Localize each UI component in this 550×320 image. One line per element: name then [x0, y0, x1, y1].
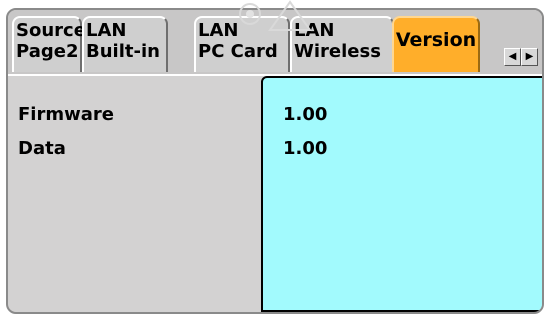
tab-label-line2: PC Card — [198, 41, 278, 62]
data-label: Data — [18, 138, 66, 159]
tab-bar: Source Page2 LAN Built-in LAN PC Card LA… — [8, 10, 542, 76]
scroll-right-arrow-icon[interactable]: ▶ — [521, 48, 538, 66]
version-settings-panel: Source Page2 LAN Built-in LAN PC Card LA… — [6, 8, 544, 314]
tab-label-line1: LAN — [198, 20, 239, 41]
tab-lan-pc-card[interactable]: LAN PC Card — [194, 16, 290, 72]
firmware-value: 1.00 — [283, 104, 328, 125]
tab-label-line1: LAN — [294, 20, 335, 41]
tab-lan-built-in[interactable]: LAN Built-in — [82, 16, 168, 72]
tab-label: Version — [395, 29, 477, 51]
firmware-label: Firmware — [18, 104, 114, 125]
tab-label-line1: LAN — [86, 20, 127, 41]
version-info: Firmware Data 1.00 1.00 — [8, 76, 542, 312]
tab-lan-wireless[interactable]: LAN Wireless — [290, 16, 394, 72]
tab-source-page2[interactable]: Source Page2 — [12, 16, 86, 72]
value-panel: 1.00 1.00 — [261, 76, 542, 312]
tab-scroll-controls: ◀ ▶ — [504, 48, 538, 66]
data-value: 1.00 — [283, 138, 328, 159]
scroll-left-arrow-icon[interactable]: ◀ — [504, 48, 521, 66]
tab-label-line2: Page2 — [16, 41, 79, 62]
tab-version[interactable]: Version — [392, 16, 480, 72]
tab-label-line2: Built-in — [86, 41, 160, 62]
tab-label-line1: Source — [16, 20, 86, 41]
tab-label-line2: Wireless — [294, 41, 381, 62]
